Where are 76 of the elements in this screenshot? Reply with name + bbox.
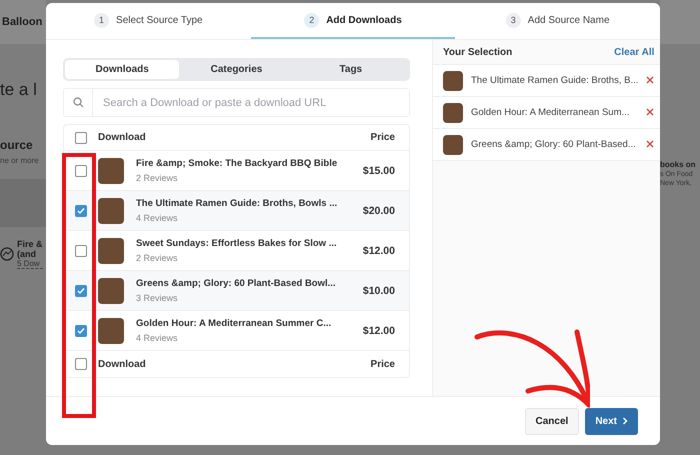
price: $15.00 [362, 164, 395, 176]
photo-placeholder [98, 198, 124, 224]
remove-button[interactable] [646, 76, 656, 86]
item-title: (and [17, 249, 37, 259]
photo-placeholder [98, 238, 124, 264]
review-count: 2 Reviews [136, 173, 179, 183]
review-count: 4 Reviews [136, 333, 179, 343]
wizard-step[interactable]: 2 Add Downloads [250, 3, 456, 39]
brand-name: Balloon [2, 16, 42, 28]
price: $12.00 [362, 244, 395, 256]
section-title: ource [0, 138, 34, 152]
selection-title: Your Selection [443, 46, 512, 58]
download-title: Fire &amp; Smoke: The Backyard BBQ Bible [136, 158, 338, 169]
photo-placeholder [98, 278, 124, 304]
step-number: 3 [506, 12, 521, 28]
checkbox[interactable] [75, 204, 87, 216]
checkbox[interactable] [75, 324, 87, 336]
page-heading: te a l [0, 80, 38, 100]
review-count: 2 Reviews [136, 253, 179, 263]
item-title: Fire & [17, 239, 43, 249]
close-icon [646, 140, 654, 148]
column-header: Price [370, 358, 395, 370]
price: $10.00 [362, 284, 395, 296]
search-field[interactable]: Search a Download or paste a download URL [63, 88, 410, 117]
column-header: Download [98, 358, 147, 370]
photo-placeholder [98, 158, 124, 184]
step-number: 2 [304, 12, 320, 28]
wizard-step[interactable]: 3 Add Source Name [455, 3, 660, 39]
photo-placeholder [443, 134, 463, 154]
cancel-button[interactable]: Cancel [524, 408, 580, 434]
step-number: 1 [94, 12, 110, 28]
remove-button[interactable] [646, 140, 656, 150]
next-button[interactable]: Next [585, 408, 638, 434]
step-label: Add Source Name [528, 14, 610, 26]
background-band [0, 179, 46, 227]
logo-icon [0, 247, 14, 261]
review-count: 4 Reviews [136, 213, 179, 223]
wizard-step[interactable]: 1 Select Source Type [46, 3, 251, 39]
search-icon [72, 97, 84, 108]
price: $12.00 [362, 324, 395, 336]
photo-placeholder [443, 102, 463, 122]
download-title: Sweet Sundays: Effortless Bakes for Slow ... [136, 238, 338, 249]
remove-button[interactable] [646, 108, 656, 118]
photo-placeholder [98, 318, 124, 344]
chevron-right-icon [622, 417, 628, 425]
column-header: Download [98, 132, 147, 143]
tab[interactable]: Tags [294, 60, 408, 79]
checkmark-icon [77, 206, 85, 214]
column-header: Price [370, 132, 395, 143]
checkbox[interactable] [75, 284, 87, 296]
step-label: Add Downloads [326, 14, 402, 26]
section-hint: ne or more [0, 156, 40, 165]
checkbox[interactable] [75, 132, 87, 144]
checkbox[interactable] [75, 358, 87, 370]
clear-all-link[interactable]: Clear All [614, 46, 654, 58]
photo-placeholder [443, 70, 463, 90]
selection-title: Golden Hour: A Mediterranean Sum... [471, 107, 630, 118]
checkmark-icon [77, 326, 85, 334]
tab[interactable]: Categories [179, 60, 294, 79]
checkmark-icon [77, 286, 85, 294]
checkbox[interactable] [75, 244, 87, 256]
review-count: 3 Reviews [136, 293, 179, 303]
item-meta: 5 Dow [17, 259, 43, 269]
side-title: books on [660, 160, 697, 169]
download-title: Greens &amp; Glory: 60 Plant-Based Bowl... [136, 278, 337, 289]
close-icon [646, 76, 654, 84]
download-title: Golden Hour: A Mediterranean Summer C... [136, 318, 332, 329]
selection-title: The Ultimate Ramen Guide: Broths, B... [471, 75, 638, 86]
download-title: The Ultimate Ramen Guide: Broths, Bowls ... [136, 198, 338, 209]
selection-title: Greens &amp; Glory: 60 Plant-Based... [471, 139, 637, 150]
price: $20.00 [362, 204, 395, 216]
step-label: Select Source Type [116, 14, 203, 26]
checkbox[interactable] [75, 164, 87, 176]
close-icon [646, 108, 654, 116]
top-bar [660, 0, 700, 44]
tab[interactable]: Downloads [65, 60, 180, 79]
